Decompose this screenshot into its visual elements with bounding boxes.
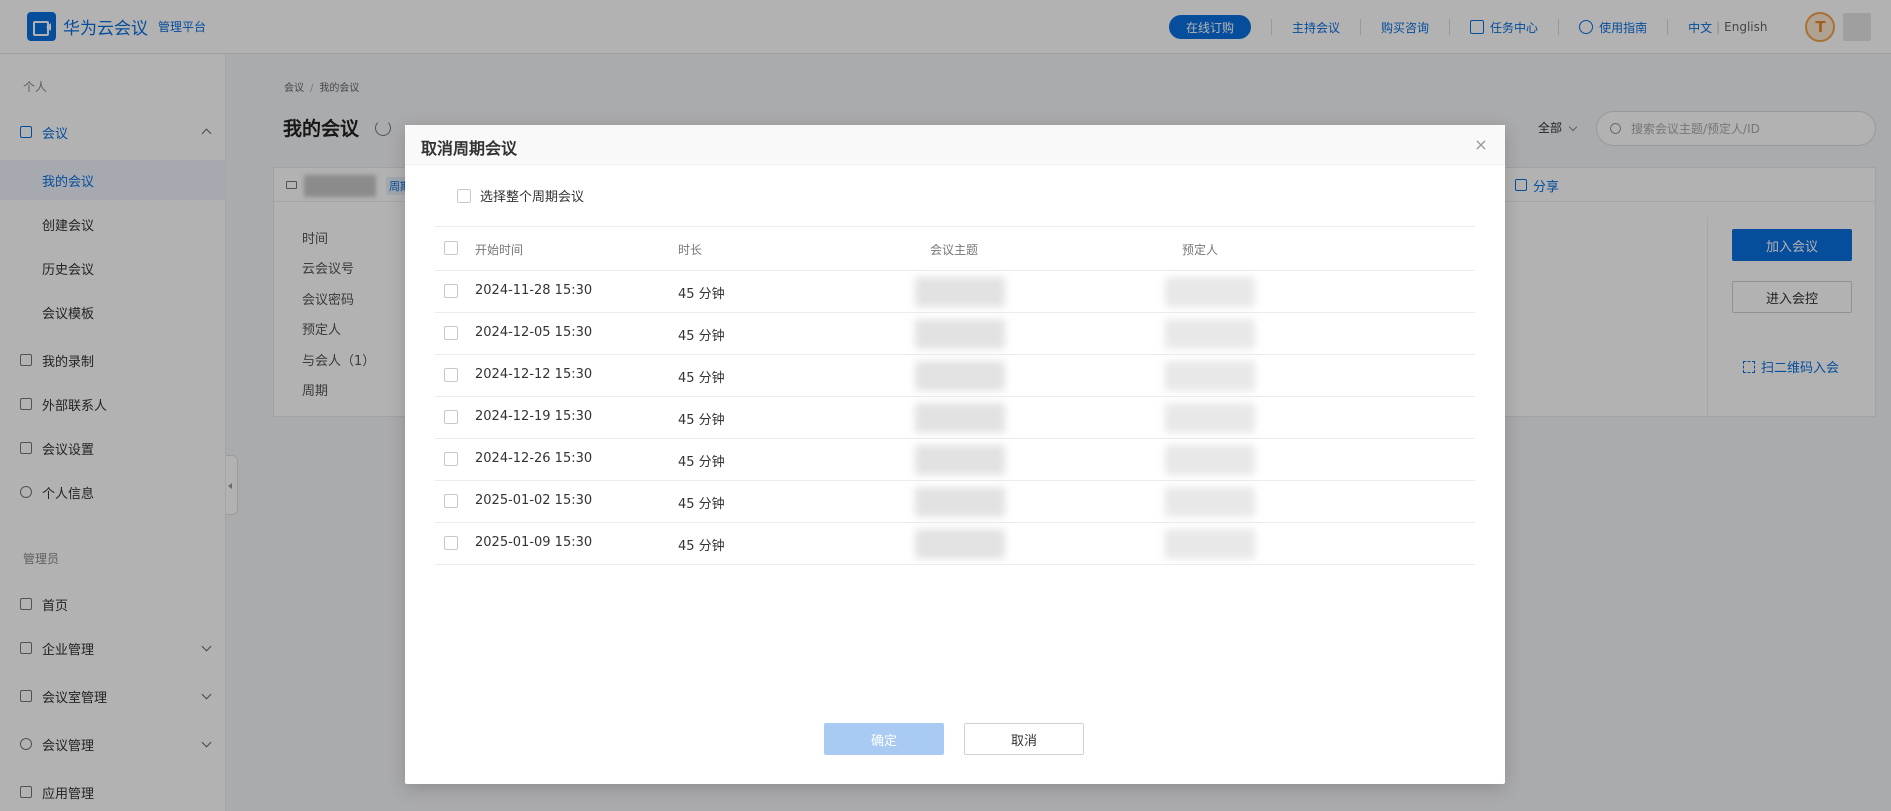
row-checkbox[interactable]: [444, 326, 458, 340]
row-organizer-blurred: [1165, 403, 1255, 433]
row-start-time: 2025-01-02 15:30: [475, 493, 593, 508]
col-duration: 时长: [678, 243, 703, 257]
select-all-series[interactable]: 选择整个周期会议: [457, 186, 584, 205]
dialog-header: 取消周期会议 ×: [405, 125, 1505, 165]
row-duration: 45 分钟: [678, 539, 725, 554]
row-duration: 45 分钟: [678, 371, 725, 386]
row-checkbox[interactable]: [444, 368, 458, 382]
row-topic-blurred: [915, 403, 1005, 433]
row-organizer-blurred: [1165, 277, 1255, 307]
close-icon[interactable]: ×: [1473, 137, 1489, 153]
table-header: 开始时间 时长 会议主题 预定人: [435, 226, 1475, 271]
row-checkbox[interactable]: [444, 284, 458, 298]
row-start-time: 2025-01-09 15:30: [475, 535, 593, 550]
row-start-time: 2024-12-05 15:30: [475, 325, 593, 340]
occurrence-table: 开始时间 时长 会议主题 预定人 2024-11-28 15:30 45 分钟 …: [435, 226, 1475, 565]
row-duration: 45 分钟: [678, 455, 725, 470]
dialog-title: 取消周期会议: [421, 139, 518, 158]
row-topic-blurred: [915, 445, 1005, 475]
row-organizer-blurred: [1165, 529, 1255, 559]
confirm-button[interactable]: 确定: [824, 723, 944, 755]
row-organizer-blurred: [1165, 487, 1255, 517]
row-topic-blurred: [915, 487, 1005, 517]
col-start-time: 开始时间: [475, 243, 524, 257]
table-row[interactable]: 2024-12-26 15:30 45 分钟: [435, 439, 1475, 481]
row-organizer-blurred: [1165, 445, 1255, 475]
row-start-time: 2024-11-28 15:30: [475, 283, 593, 298]
row-duration: 45 分钟: [678, 497, 725, 512]
table-row[interactable]: 2024-12-05 15:30 45 分钟: [435, 313, 1475, 355]
cancel-recurring-dialog: 取消周期会议 × 选择整个周期会议 开始时间 时长 会议主题 预定人 2024-…: [405, 125, 1505, 784]
row-topic-blurred: [915, 277, 1005, 307]
header-checkbox[interactable]: [444, 241, 458, 255]
row-checkbox[interactable]: [444, 452, 458, 466]
row-topic-blurred: [915, 361, 1005, 391]
row-topic-blurred: [915, 319, 1005, 349]
row-checkbox[interactable]: [444, 410, 458, 424]
row-checkbox[interactable]: [444, 494, 458, 508]
row-organizer-blurred: [1165, 319, 1255, 349]
row-start-time: 2024-12-12 15:30: [475, 367, 593, 382]
table-row[interactable]: 2025-01-02 15:30 45 分钟: [435, 481, 1475, 523]
row-organizer-blurred: [1165, 361, 1255, 391]
cancel-button[interactable]: 取消: [964, 723, 1084, 755]
table-row[interactable]: 2024-11-28 15:30 45 分钟: [435, 271, 1475, 313]
row-start-time: 2024-12-19 15:30: [475, 409, 593, 424]
row-duration: 45 分钟: [678, 329, 725, 344]
table-row[interactable]: 2024-12-12 15:30 45 分钟: [435, 355, 1475, 397]
row-duration: 45 分钟: [678, 287, 725, 302]
table-row[interactable]: 2024-12-19 15:30 45 分钟: [435, 397, 1475, 439]
row-checkbox[interactable]: [444, 536, 458, 550]
row-topic-blurred: [915, 529, 1005, 559]
row-duration: 45 分钟: [678, 413, 725, 428]
col-topic: 会议主题: [930, 243, 979, 257]
table-row[interactable]: 2025-01-09 15:30 45 分钟: [435, 523, 1475, 565]
col-organizer: 预定人: [1182, 243, 1219, 257]
row-start-time: 2024-12-26 15:30: [475, 451, 593, 466]
select-all-checkbox[interactable]: [457, 188, 471, 203]
